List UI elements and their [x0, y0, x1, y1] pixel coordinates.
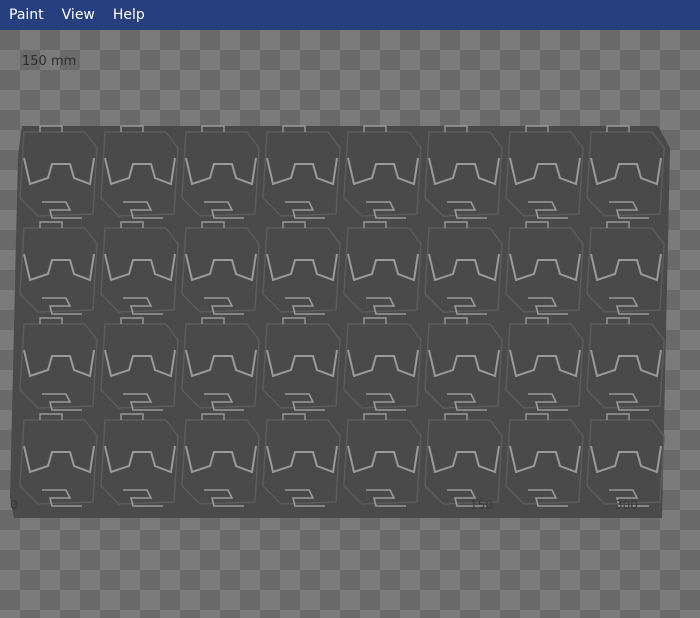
menu-view[interactable]: View	[53, 0, 104, 30]
menu-paint[interactable]: Paint	[0, 0, 53, 30]
paint-canvas[interactable]: 150 mm 0 150 300	[0, 30, 700, 618]
menu-help[interactable]: Help	[104, 0, 154, 30]
tessellated-plate	[10, 125, 670, 518]
axis-label-middle: 150	[470, 498, 493, 512]
menu-bar: Paint View Help	[0, 0, 700, 30]
axis-label-right: 300	[615, 498, 638, 512]
axis-label-left: 0	[10, 498, 18, 512]
scale-label: 150 mm	[22, 54, 77, 69]
